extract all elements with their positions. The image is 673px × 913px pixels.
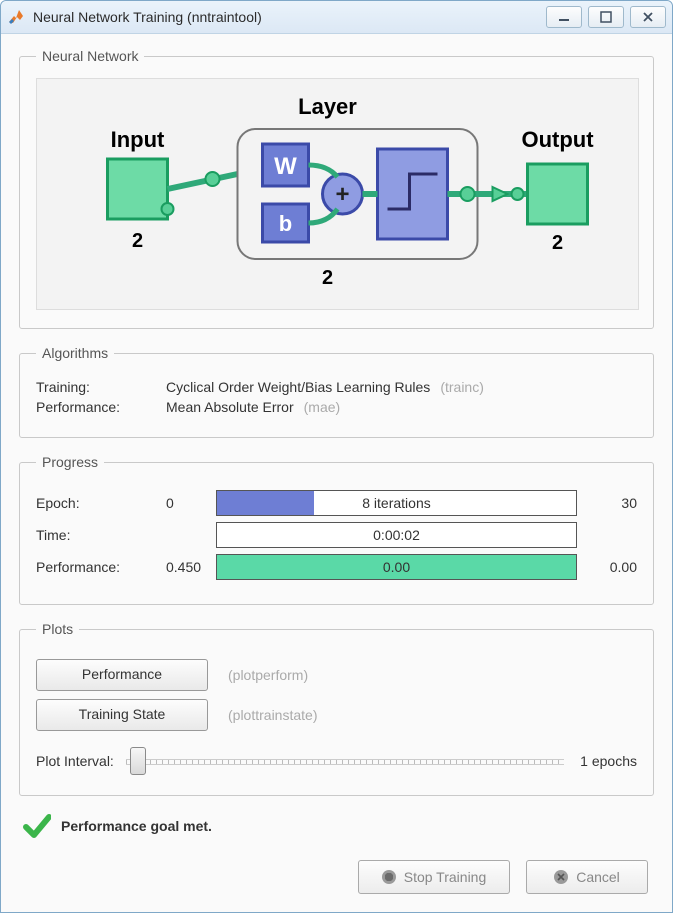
plot-interval-value: 1 epochs — [580, 753, 637, 769]
cancel-button[interactable]: Cancel — [526, 860, 648, 894]
plot-interval-slider[interactable] — [126, 745, 564, 777]
epoch-bar-text: 8 iterations — [362, 495, 430, 511]
performance-algo-row: Performance: Mean Absolute Error (mae) — [36, 399, 637, 415]
node-icon — [206, 172, 220, 186]
transfer-function-block — [378, 149, 448, 239]
time-bar-text: 0:00:02 — [373, 527, 420, 543]
algorithms-legend: Algorithms — [36, 345, 114, 361]
performance-plot-button[interactable]: Performance — [36, 659, 208, 691]
output-size: 2 — [552, 232, 563, 254]
network-diagram: Input Layer Output 2 W — [36, 78, 639, 310]
stop-training-button[interactable]: Stop Training — [358, 860, 510, 894]
epoch-bar: 8 iterations — [216, 490, 577, 516]
window: Neural Network Training (nntraintool) Ne… — [0, 0, 673, 913]
cancel-label: Cancel — [576, 869, 620, 885]
plots-legend: Plots — [36, 621, 79, 637]
output-block — [528, 164, 588, 224]
epoch-start: 0 — [166, 495, 216, 511]
progress-legend: Progress — [36, 454, 104, 470]
connector — [309, 209, 338, 223]
window-title: Neural Network Training (nntraintool) — [33, 9, 546, 25]
cancel-icon — [554, 870, 568, 884]
status-row: Performance goal met. — [23, 812, 654, 840]
node-icon — [162, 203, 174, 215]
content-area: Neural Network Input Layer Output 2 — [1, 34, 672, 912]
training-state-plot-hint: (plottrainstate) — [228, 707, 317, 723]
connector — [309, 165, 338, 177]
input-block — [108, 159, 168, 219]
output-label: Output — [521, 127, 594, 152]
slider-thumb[interactable] — [130, 747, 146, 775]
epoch-label: Epoch: — [36, 495, 166, 511]
time-bar: 0:00:02 — [216, 522, 577, 548]
stop-training-label: Stop Training — [404, 869, 487, 885]
performance-algo-hint: (mae) — [304, 399, 341, 415]
performance-start: 0.450 — [166, 559, 216, 575]
performance-algo-value: Mean Absolute Error — [166, 399, 294, 415]
performance-end: 0.00 — [577, 559, 637, 575]
titlebar: Neural Network Training (nntraintool) — [1, 1, 672, 34]
time-label: Time: — [36, 527, 166, 543]
training-state-plot-button[interactable]: Training State — [36, 699, 208, 731]
input-label: Input — [111, 127, 165, 152]
stop-icon — [382, 870, 396, 884]
performance-label: Performance: — [36, 559, 166, 575]
plus-label: + — [335, 181, 349, 208]
arrow-icon — [493, 187, 508, 201]
progress-section: Progress Epoch: 0 8 iterations 30 Time: … — [19, 454, 654, 605]
plot-training-state-row: Training State (plottrainstate) — [36, 699, 637, 731]
connector — [168, 174, 238, 189]
matlab-app-icon — [7, 8, 25, 26]
network-section: Neural Network Input Layer Output 2 — [19, 48, 654, 329]
minimize-button[interactable] — [546, 6, 582, 28]
node-icon — [512, 188, 524, 200]
epoch-end: 30 — [577, 495, 637, 511]
algorithms-section: Algorithms Training: Cyclical Order Weig… — [19, 345, 654, 438]
layer-size: 2 — [322, 267, 333, 289]
training-value: Cyclical Order Weight/Bias Learning Rule… — [166, 379, 430, 395]
training-row: Training: Cyclical Order Weight/Bias Lea… — [36, 379, 637, 395]
slider-track — [126, 759, 564, 765]
time-row: Time: 0:00:02 — [36, 522, 637, 548]
plot-interval-label: Plot Interval: — [36, 753, 114, 769]
w-label: W — [274, 153, 297, 180]
checkmark-icon — [23, 812, 51, 840]
performance-bar-text: 0.00 — [383, 559, 410, 575]
window-buttons — [546, 6, 666, 28]
epoch-bar-fill — [217, 491, 314, 515]
plot-performance-row: Performance (plotperform) — [36, 659, 637, 691]
performance-plot-hint: (plotperform) — [228, 667, 308, 683]
node-icon — [461, 187, 475, 201]
plots-section: Plots Performance (plotperform) Training… — [19, 621, 654, 796]
input-size: 2 — [132, 230, 143, 252]
performance-row: Performance: 0.450 0.00 0.00 — [36, 554, 637, 580]
performance-algo-label: Performance: — [36, 399, 166, 415]
close-button[interactable] — [630, 6, 666, 28]
maximize-button[interactable] — [588, 6, 624, 28]
performance-bar: 0.00 — [216, 554, 577, 580]
plot-interval-row: Plot Interval: 1 epochs — [36, 745, 637, 777]
epoch-row: Epoch: 0 8 iterations 30 — [36, 490, 637, 516]
status-message: Performance goal met. — [61, 818, 212, 834]
b-label: b — [279, 211, 292, 236]
layer-label: Layer — [298, 94, 357, 119]
training-hint: (trainc) — [440, 379, 484, 395]
network-legend: Neural Network — [36, 48, 144, 64]
training-label: Training: — [36, 379, 166, 395]
footer: Stop Training Cancel — [19, 860, 654, 894]
